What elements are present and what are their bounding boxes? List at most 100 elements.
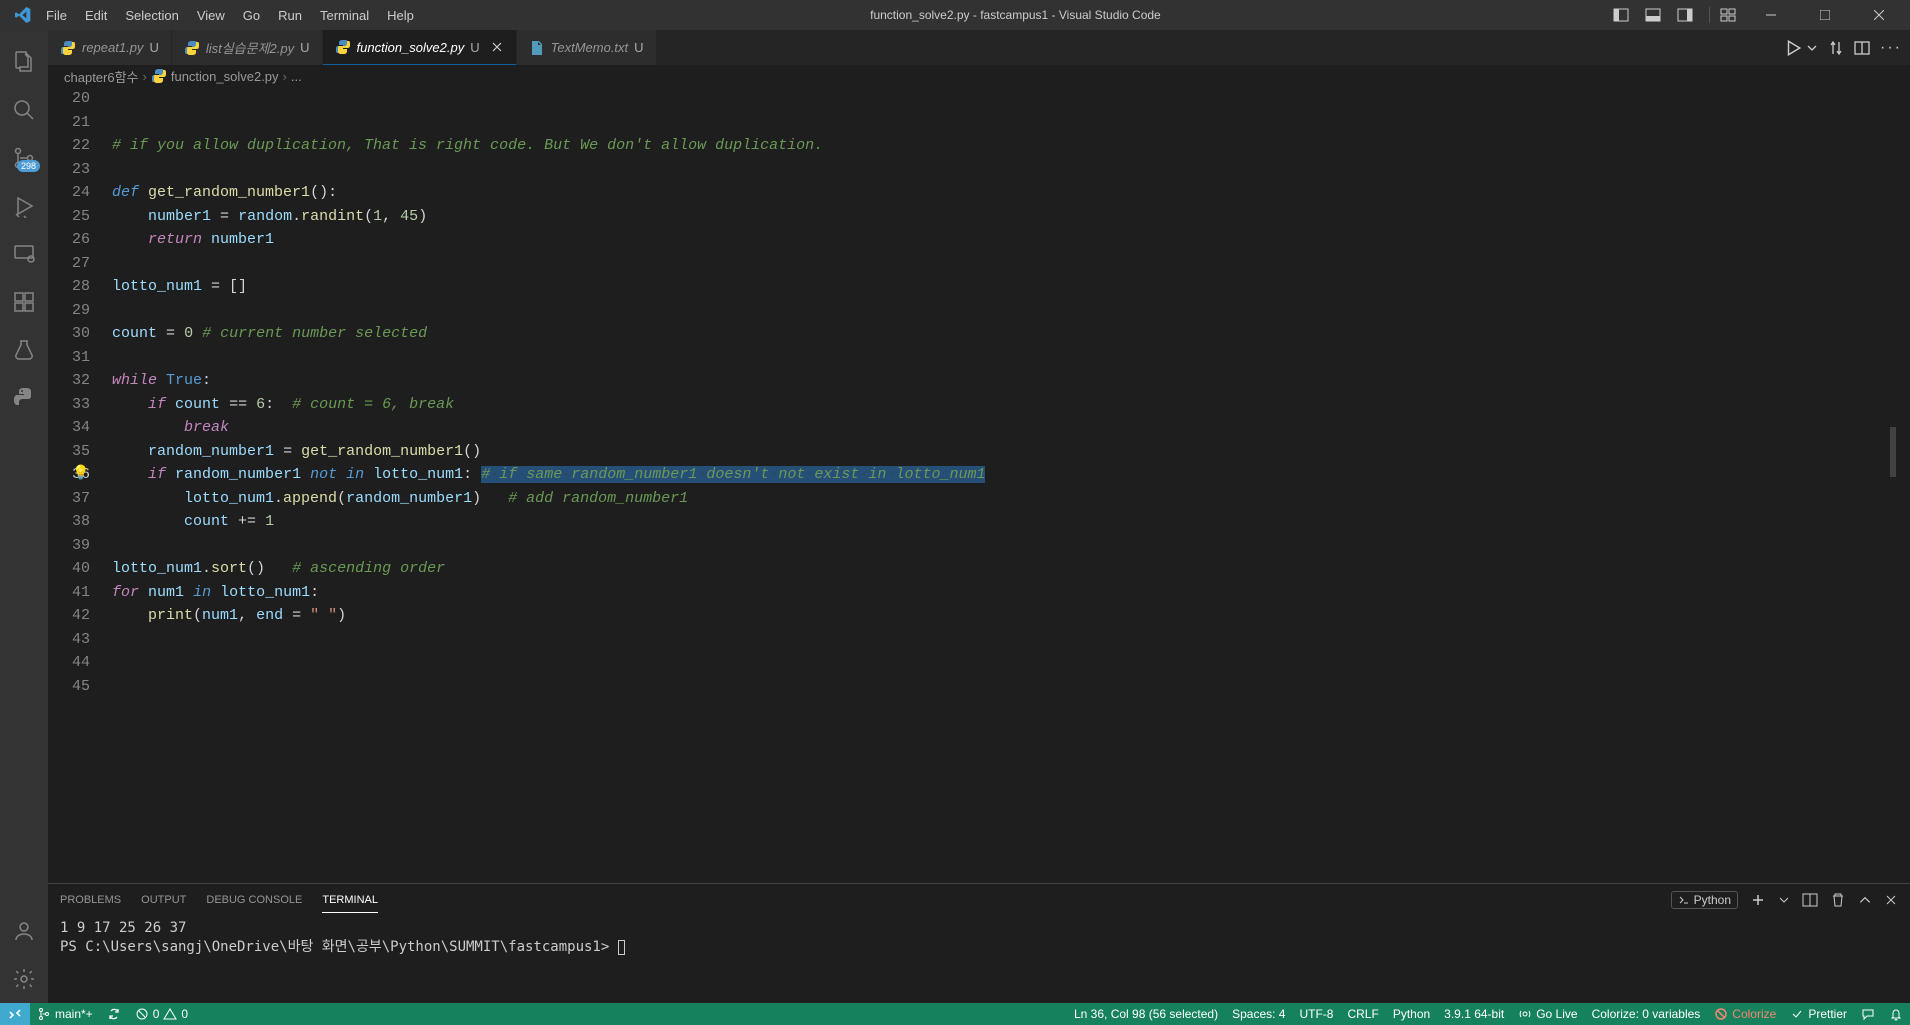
python-icon xyxy=(151,68,167,84)
breadcrumb-folder[interactable]: chapter6함수 xyxy=(64,67,139,86)
tab-label: TextMemo.txt xyxy=(551,40,629,55)
split-terminal-icon[interactable] xyxy=(1802,892,1818,908)
activity-remote[interactable] xyxy=(0,230,48,278)
code-content[interactable]: # if you allow duplication, That is righ… xyxy=(112,87,1910,883)
chevron-down-icon[interactable] xyxy=(1778,894,1790,906)
ban-icon xyxy=(1714,1007,1728,1021)
activity-testing[interactable] xyxy=(0,326,48,374)
colorize-variables[interactable]: Colorize: 0 variables xyxy=(1585,1003,1708,1025)
code-editor[interactable]: 2021222324252627282930313233343536373839… xyxy=(48,87,1910,883)
chevron-right-icon: › xyxy=(143,69,147,84)
menu-run[interactable]: Run xyxy=(270,5,310,26)
trash-icon[interactable] xyxy=(1830,892,1846,908)
activity-accounts[interactable] xyxy=(0,907,48,955)
vscode-logo-icon xyxy=(8,7,38,23)
editor-layout-left-icon[interactable] xyxy=(1609,7,1633,23)
customize-layout-icon[interactable] xyxy=(1709,7,1740,23)
run-button[interactable] xyxy=(1784,39,1802,57)
activity-python-env[interactable] xyxy=(0,374,48,422)
remote-indicator[interactable] xyxy=(0,1003,30,1025)
tab-repeat1[interactable]: repeat1.py U xyxy=(48,30,172,65)
tab-function-solve2[interactable]: function_solve2.py U xyxy=(323,30,517,65)
statusbar: main*+ 0 0 Ln 36, Col 98 (56 selected) S… xyxy=(0,1003,1910,1025)
editor-actions: ··· xyxy=(1776,30,1910,65)
panel-tab-terminal[interactable]: TERMINAL xyxy=(322,888,378,913)
python-icon xyxy=(335,39,351,55)
panel-tabs: PROBLEMS OUTPUT DEBUG CONSOLE TERMINAL P… xyxy=(48,884,1910,916)
panel-close-icon[interactable] xyxy=(1884,893,1898,907)
compare-changes-icon[interactable] xyxy=(1828,40,1844,56)
window-title: function_solve2.py - fastcampus1 - Visua… xyxy=(422,8,1609,22)
menu-view[interactable]: View xyxy=(189,5,233,26)
terminal-shell-selector[interactable]: Python xyxy=(1671,891,1738,909)
main-layout: 298 repeat1.py U xyxy=(0,30,1910,1003)
more-actions-icon[interactable]: ··· xyxy=(1880,39,1902,57)
tab-label: function_solve2.py xyxy=(357,40,465,55)
terminal-output-line: 1 9 17 25 26 37 xyxy=(60,920,1898,936)
errors-warnings[interactable]: 0 0 xyxy=(128,1003,195,1025)
indentation[interactable]: Spaces: 4 xyxy=(1225,1003,1292,1025)
editor-layout-bottom-icon[interactable] xyxy=(1641,7,1665,23)
chevron-right-icon: › xyxy=(283,69,287,84)
titlebar-right xyxy=(1609,0,1902,30)
terminal-content[interactable]: 1 9 17 25 26 37 PS C:\Users\sangj\OneDri… xyxy=(48,916,1910,1003)
tab-modified-indicator: U xyxy=(634,40,643,55)
language-mode[interactable]: Python xyxy=(1386,1003,1437,1025)
menu-go[interactable]: Go xyxy=(235,5,268,26)
scm-badge: 298 xyxy=(17,160,40,172)
encoding[interactable]: UTF-8 xyxy=(1292,1003,1340,1025)
prettier-status[interactable]: Prettier xyxy=(1783,1003,1854,1025)
python-interpreter[interactable]: 3.9.1 64-bit xyxy=(1437,1003,1511,1025)
panel-tab-output[interactable]: OUTPUT xyxy=(141,888,186,912)
panel-tab-debug-console[interactable]: DEBUG CONSOLE xyxy=(206,888,302,912)
split-editor-icon[interactable] xyxy=(1854,40,1870,56)
editor-area: repeat1.py U list실습문제2.py U function_sol… xyxy=(48,30,1910,1003)
editor-tabs: repeat1.py U list실습문제2.py U function_sol… xyxy=(48,30,1910,65)
activity-run-debug[interactable] xyxy=(0,182,48,230)
text-file-icon xyxy=(529,40,545,56)
breadcrumb-more[interactable]: ... xyxy=(291,69,302,84)
tab-modified-indicator: U xyxy=(149,40,158,55)
tab-list-exercise[interactable]: list실습문제2.py U xyxy=(172,30,323,65)
new-terminal-icon[interactable] xyxy=(1750,892,1766,908)
bottom-panel: PROBLEMS OUTPUT DEBUG CONSOLE TERMINAL P… xyxy=(48,883,1910,1003)
activity-settings[interactable] xyxy=(0,955,48,1003)
tab-modified-indicator: U xyxy=(300,40,309,55)
tab-label: list실습문제2.py xyxy=(206,38,294,57)
panel-tab-problems[interactable]: PROBLEMS xyxy=(60,888,121,912)
activitybar: 298 xyxy=(0,30,48,1003)
tab-modified-indicator: U xyxy=(470,40,479,55)
minimap-slider[interactable] xyxy=(1890,427,1896,477)
git-branch[interactable]: main*+ xyxy=(30,1003,100,1025)
window-maximize[interactable] xyxy=(1802,0,1848,30)
go-live[interactable]: Go Live xyxy=(1511,1003,1584,1025)
menu-file[interactable]: File xyxy=(38,5,75,26)
chevron-down-icon[interactable] xyxy=(1806,42,1818,54)
editor-layout-right-icon[interactable] xyxy=(1673,7,1697,23)
window-close[interactable] xyxy=(1856,0,1902,30)
activity-search[interactable] xyxy=(0,86,48,134)
activity-explorer[interactable] xyxy=(0,38,48,86)
menu-bar: File Edit Selection View Go Run Terminal… xyxy=(38,5,422,26)
menu-edit[interactable]: Edit xyxy=(77,5,115,26)
window-minimize[interactable] xyxy=(1748,0,1794,30)
eol[interactable]: CRLF xyxy=(1340,1003,1385,1025)
tab-label: repeat1.py xyxy=(82,40,143,55)
activity-source-control[interactable]: 298 xyxy=(0,134,48,182)
feedback-icon[interactable] xyxy=(1854,1003,1882,1025)
chevron-up-icon[interactable] xyxy=(1858,893,1872,907)
cursor-position[interactable]: Ln 36, Col 98 (56 selected) xyxy=(1067,1003,1225,1025)
menu-selection[interactable]: Selection xyxy=(117,5,186,26)
colorize-toggle[interactable]: Colorize xyxy=(1707,1003,1783,1025)
menu-terminal[interactable]: Terminal xyxy=(312,5,377,26)
close-icon[interactable] xyxy=(490,40,504,54)
lightbulb-icon[interactable]: 💡 xyxy=(72,463,89,487)
cursor-icon xyxy=(618,940,625,955)
sync-changes[interactable] xyxy=(100,1003,128,1025)
breadcrumbs[interactable]: chapter6함수 › function_solve2.py › ... xyxy=(48,65,1910,87)
breadcrumb-file[interactable]: function_solve2.py xyxy=(171,69,279,84)
notifications-icon[interactable] xyxy=(1882,1003,1910,1025)
menu-help[interactable]: Help xyxy=(379,5,422,26)
activity-extensions[interactable] xyxy=(0,278,48,326)
tab-textmemo[interactable]: TextMemo.txt U xyxy=(517,30,657,65)
